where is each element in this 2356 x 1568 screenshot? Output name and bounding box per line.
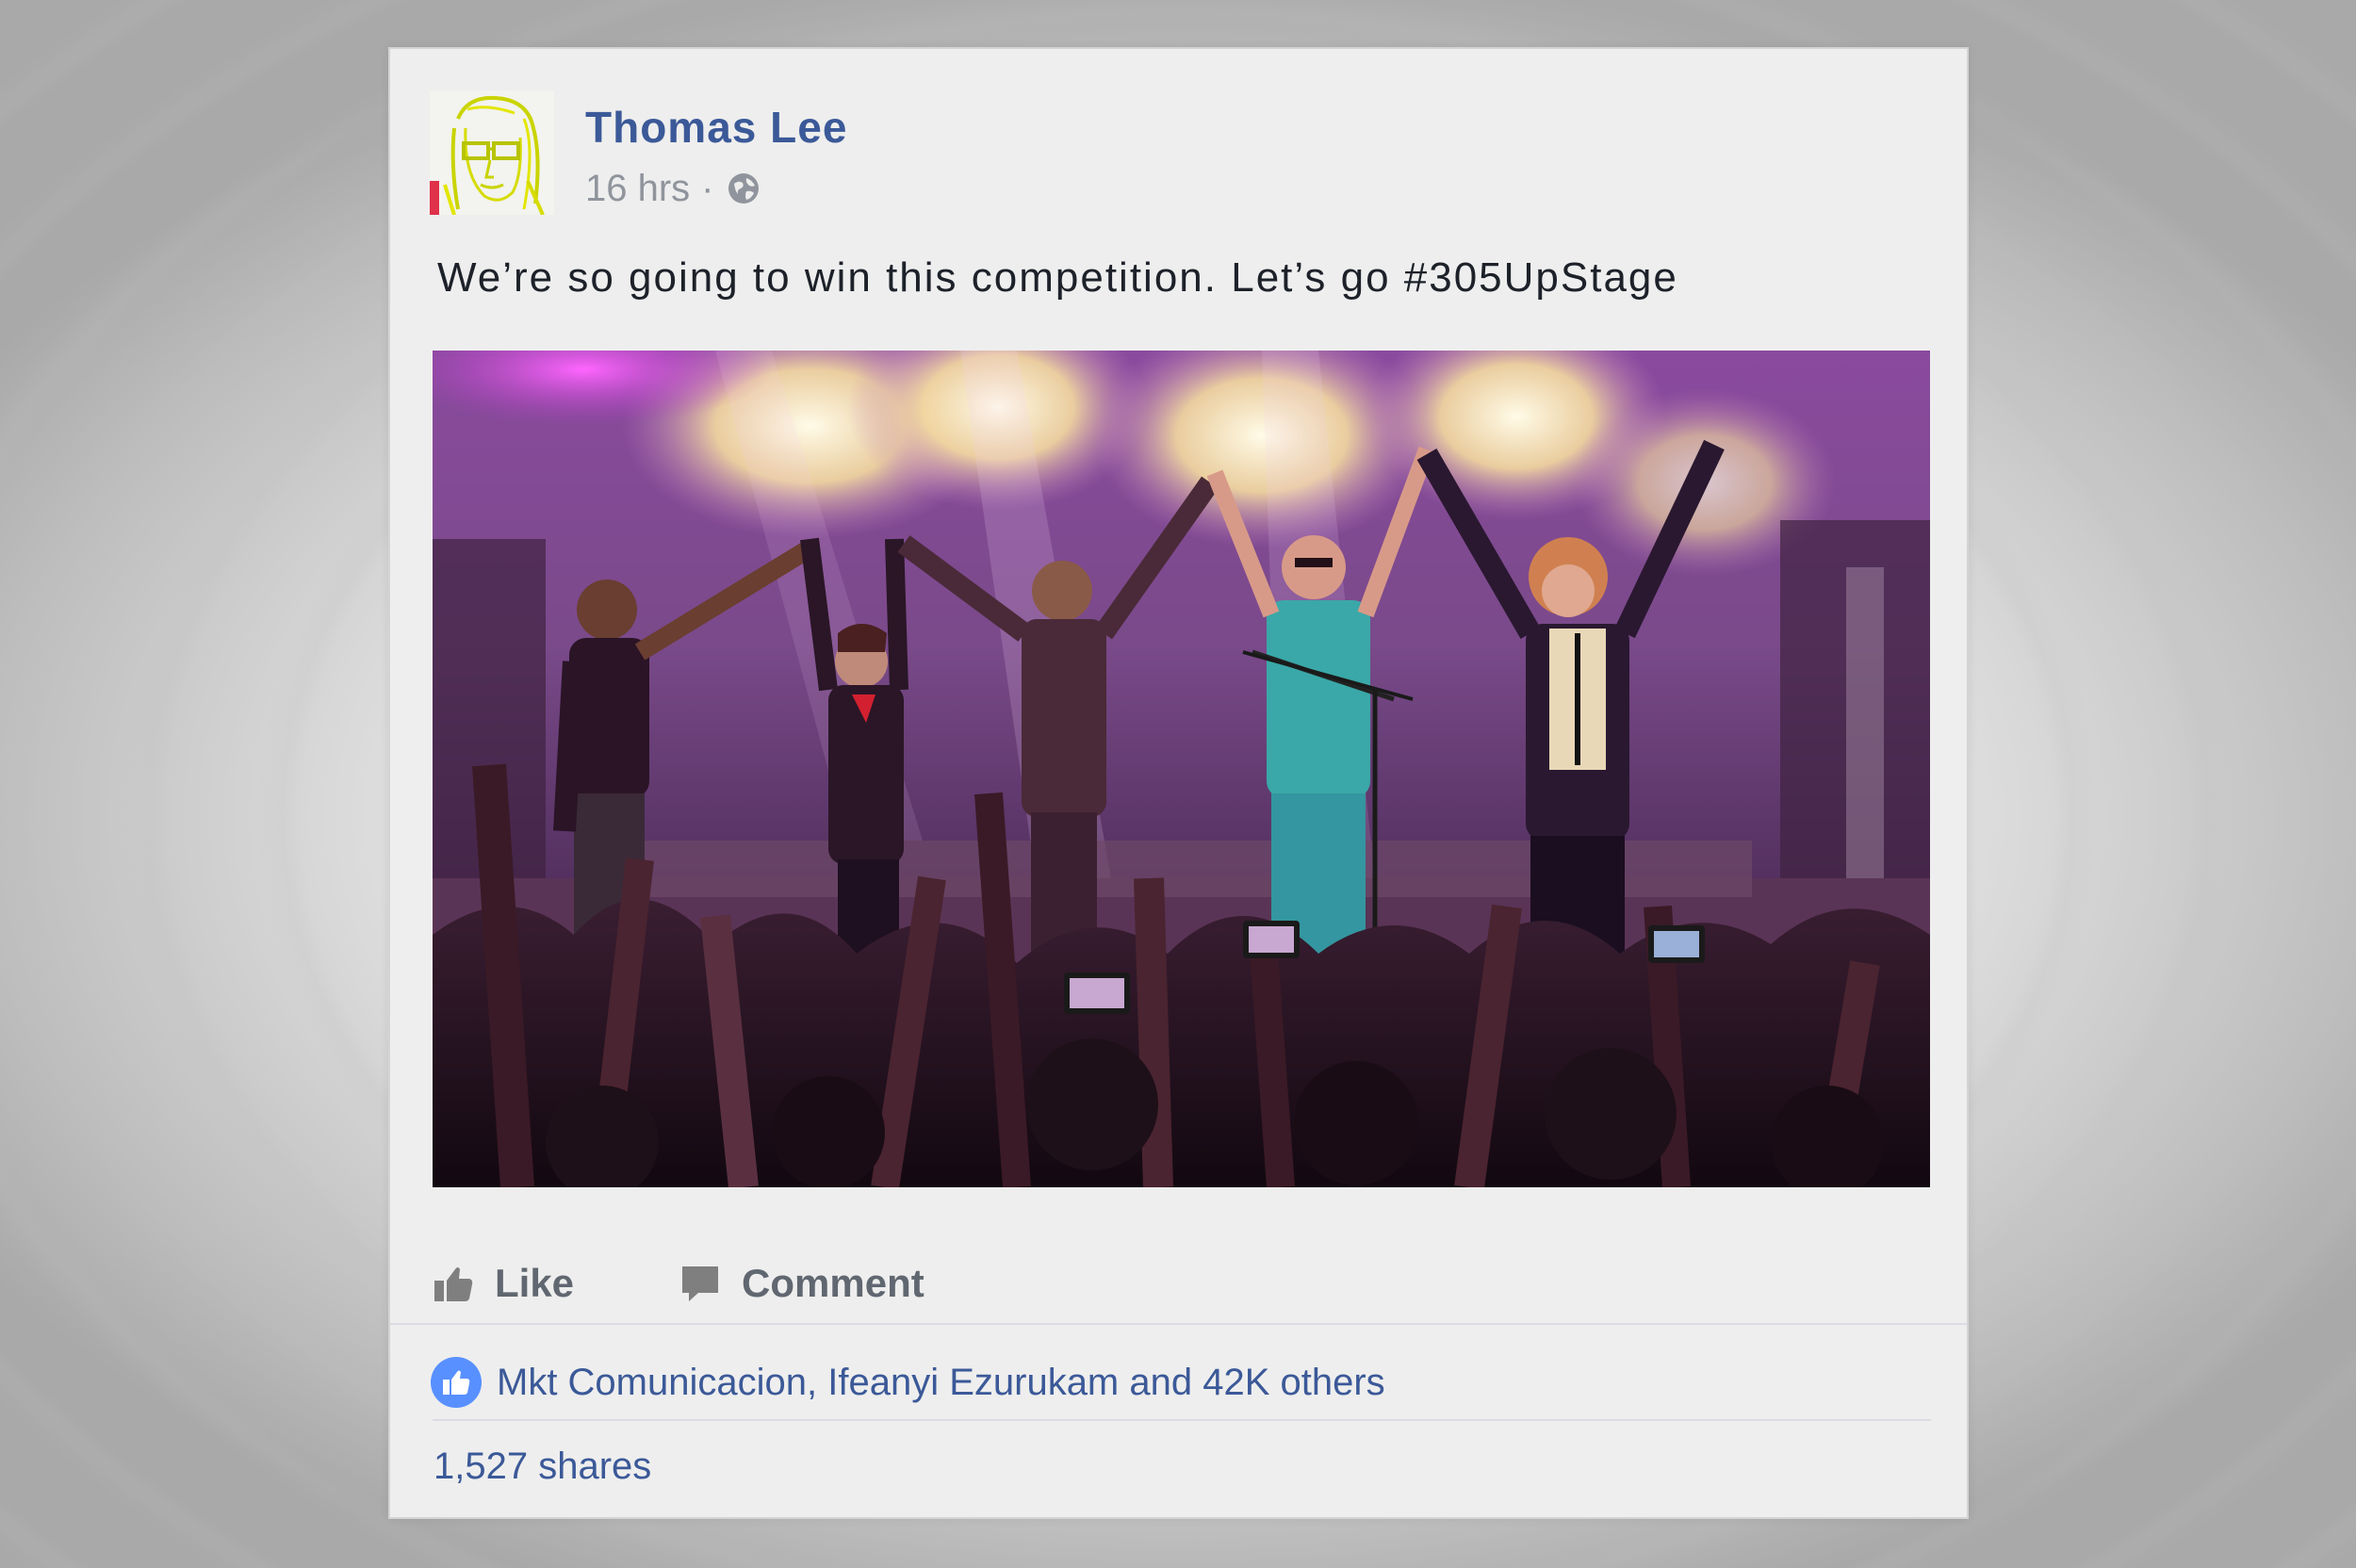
like-label: Like (495, 1261, 575, 1305)
shares-count[interactable]: 1,527 shares (434, 1446, 651, 1488)
reactions-divider (433, 1419, 1931, 1421)
post-photo[interactable] (433, 351, 1930, 1187)
comment-label: Comment (742, 1261, 924, 1305)
like-button[interactable]: Like (433, 1261, 574, 1306)
author-avatar[interactable] (430, 90, 554, 215)
comment-bubble-icon (682, 1266, 719, 1301)
comment-button[interactable]: Comment (679, 1261, 924, 1306)
author-name[interactable]: Thomas Lee (585, 102, 847, 153)
avatar-sketch-icon (430, 90, 554, 215)
actions-divider (390, 1323, 1967, 1325)
meta-separator: · (701, 167, 714, 209)
reactions-row: Mkt Comunicacion, Ifeanyi Ezurukam and 4… (431, 1349, 1385, 1415)
post-timestamp[interactable]: 16 hrs (585, 168, 690, 210)
globe-icon[interactable] (726, 171, 761, 206)
thumbs-up-icon (434, 1267, 473, 1301)
concert-stage-photo (433, 351, 1930, 1187)
like-reaction-icon (431, 1357, 482, 1408)
post-meta: 16 hrs · (585, 162, 761, 215)
facebook-post-card: Thomas Lee 16 hrs · We’re so going to wi… (388, 47, 1969, 1519)
reactions-summary[interactable]: Mkt Comunicacion, Ifeanyi Ezurukam and 4… (497, 1362, 1385, 1404)
post-actions: Like Comment (433, 1246, 924, 1321)
post-text: We’re so going to win this competition. … (437, 254, 1678, 301)
